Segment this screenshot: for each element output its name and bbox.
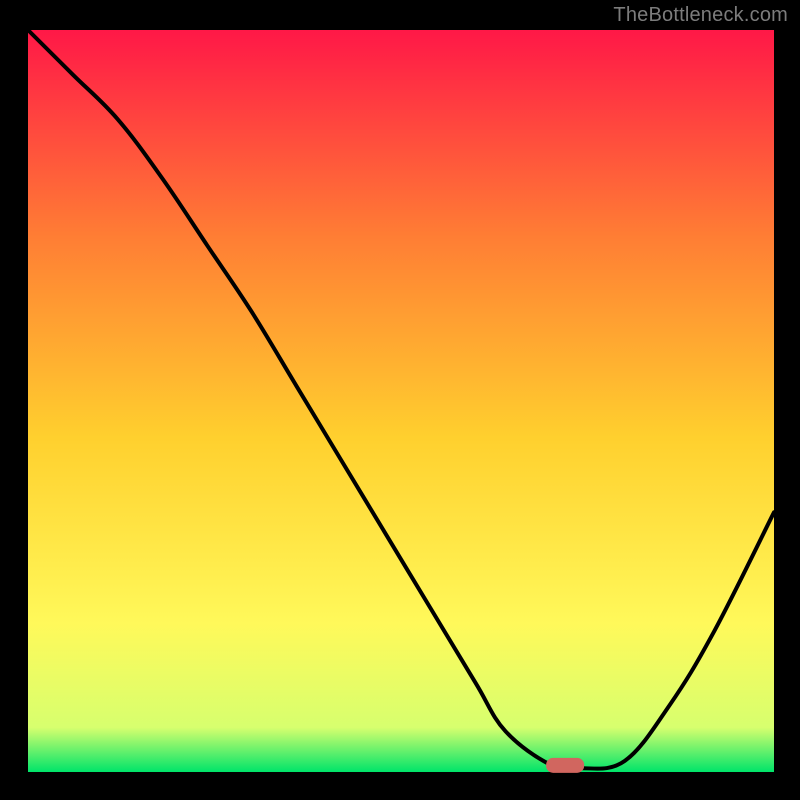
chart-root: { "attribution": "TheBottleneck.com", "c… <box>0 0 800 800</box>
optimal-marker <box>546 758 584 773</box>
gradient-background <box>28 30 774 772</box>
bottleneck-chart <box>0 0 800 800</box>
attribution-text: TheBottleneck.com <box>613 4 788 27</box>
